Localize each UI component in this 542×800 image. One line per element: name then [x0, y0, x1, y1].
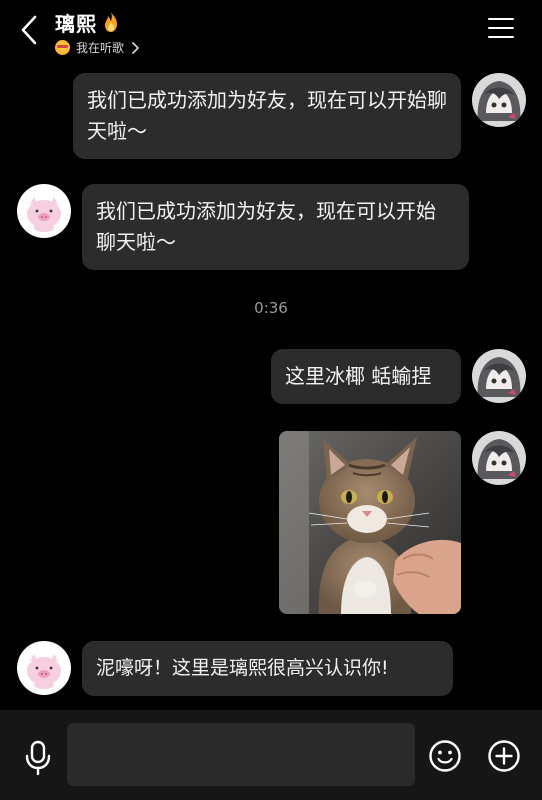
- fire-icon: [105, 12, 117, 32]
- contact-name: 璃熙: [55, 11, 97, 36]
- anime-girl-avatar[interactable]: [472, 73, 526, 127]
- pink-pig-avatar[interactable]: [17, 641, 71, 695]
- menu-icon[interactable]: [488, 18, 514, 40]
- composer-bar: [0, 710, 542, 800]
- status-text: 我在听歌: [76, 41, 125, 55]
- chevron-right-icon: [132, 41, 139, 54]
- message-timestamp: 0:36: [254, 299, 288, 317]
- anime-girl-avatar[interactable]: [472, 431, 526, 485]
- back-button[interactable]: [14, 12, 44, 48]
- emoji-icon[interactable]: [428, 739, 462, 773]
- music-face-emoji-icon: [55, 40, 70, 55]
- cat-photo[interactable]: [279, 431, 461, 614]
- microphone-icon[interactable]: [22, 740, 54, 776]
- message-input[interactable]: [67, 723, 415, 786]
- message-bubble-incoming[interactable]: 泥嚎呀！这里是璃熙很高兴认识你!: [82, 641, 453, 696]
- contact-info[interactable]: 璃熙 我在听歌: [55, 8, 140, 56]
- listening-status[interactable]: 我在听歌: [55, 39, 140, 56]
- message-bubble-outgoing[interactable]: 这里冰椰 蛞蝓捏: [271, 349, 461, 404]
- message-bubble-outgoing[interactable]: 我们已成功添加为好友，现在可以开始聊天啦～: [73, 73, 461, 159]
- plus-icon[interactable]: [487, 739, 521, 773]
- anime-girl-avatar[interactable]: [472, 349, 526, 403]
- chat-header: 璃熙 我在听歌: [0, 0, 542, 62]
- pink-pig-avatar[interactable]: [17, 184, 71, 238]
- message-bubble-incoming[interactable]: 我们已成功添加为好友，现在可以开始聊天啦～: [82, 184, 469, 270]
- chevron-left-icon: [21, 15, 37, 45]
